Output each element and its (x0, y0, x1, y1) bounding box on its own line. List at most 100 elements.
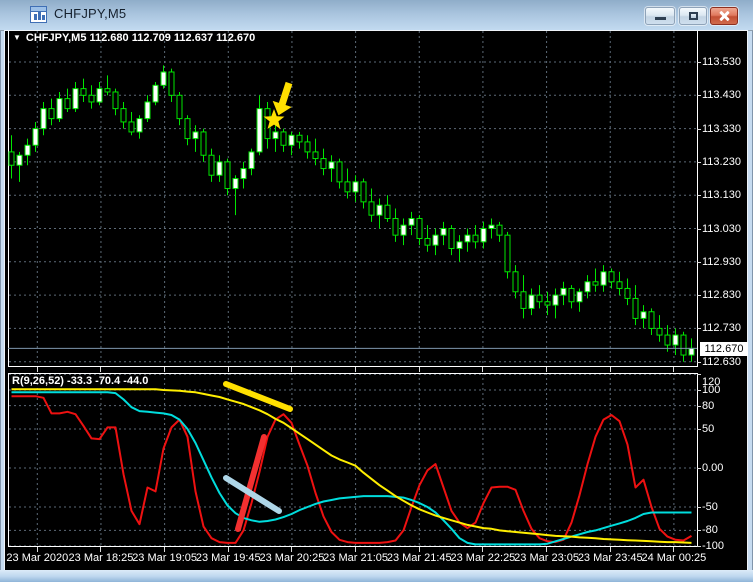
time-axis-tick (227, 547, 229, 552)
time-axis-tick (36, 547, 38, 552)
candle-body (592, 281, 599, 286)
candle-body (136, 118, 143, 133)
indicator-axis-label: -100 (702, 540, 725, 552)
restore-icon (689, 12, 698, 20)
candle-body (512, 271, 519, 293)
price-axis-label: 112.730 (702, 322, 741, 335)
candle-body (192, 131, 199, 140)
price-axis-label: 113.530 (702, 56, 741, 68)
candle-body (472, 234, 479, 243)
price-axis-label: 113.030 (702, 222, 741, 235)
time-axis-tick (418, 367, 420, 372)
candle-body (496, 224, 503, 236)
candle-body (640, 311, 647, 319)
candle-body (552, 294, 559, 306)
time-axis-tick (482, 367, 484, 372)
candle-body (24, 144, 31, 156)
price-axis-tick (697, 62, 701, 63)
time-axis-tick (100, 367, 102, 372)
candle-body (536, 294, 543, 303)
candle-body (408, 218, 415, 226)
ohlc-header-text: CHFJPY,M5 112.680 112.709 112.637 112.67… (25, 32, 256, 44)
candle-body (544, 301, 551, 306)
candle-body (64, 98, 71, 110)
candle-body (144, 101, 151, 120)
candle-body (688, 347, 695, 356)
price-axis-tick (697, 228, 701, 230)
candle-body (304, 141, 311, 153)
chevron-down-icon: ▼ (13, 33, 21, 42)
candles-layer (8, 65, 695, 362)
candle-body (32, 128, 39, 146)
candle-body (432, 234, 439, 246)
candle-body (88, 94, 95, 103)
candle-body (480, 228, 487, 243)
candle-body (344, 181, 351, 193)
indicator-axis-label: -50 (702, 501, 718, 513)
candle-body (608, 271, 615, 283)
candle-body (248, 151, 255, 170)
price-axis-tick (697, 95, 701, 97)
candle-body (232, 178, 239, 190)
candle-body (176, 94, 183, 120)
window-title: CHFJPY,M5 (54, 6, 127, 21)
panel-border (8, 373, 698, 547)
indicator-axis-label: 80 (702, 399, 715, 412)
candle-body (336, 161, 343, 183)
candle-body (112, 91, 119, 110)
ohlc-header: ▼ CHFJPY,M5 112.680 112.709 112.637 112.6… (13, 32, 255, 44)
candle-body (440, 228, 447, 236)
window-titlebar[interactable]: CHFJPY,M5 (0, 0, 753, 31)
indicator-axis-tick (697, 468, 701, 469)
oscillator-panel[interactable] (8, 373, 698, 547)
candle-body (312, 151, 319, 160)
indicator-axis-tick (697, 374, 701, 376)
price-axis-label: 112.830 (702, 289, 741, 302)
minimize-button[interactable] (645, 7, 675, 25)
indicator-axis-label: 0.00 (702, 462, 724, 474)
candle-body (600, 271, 607, 286)
indicator-axis-tick (697, 530, 701, 532)
candle-body (8, 151, 15, 166)
candle-body (448, 228, 455, 249)
candle-body (656, 327, 663, 336)
price-axis-label: 113.430 (702, 89, 741, 102)
time-axis-tick (546, 547, 548, 552)
candle-body (528, 294, 535, 309)
candle-body (560, 287, 567, 296)
window-frame-bottom (0, 570, 753, 582)
time-axis-tick (100, 547, 102, 552)
candle-body (216, 161, 223, 176)
time-axis-tick (609, 367, 611, 372)
main-price-chart[interactable] (8, 31, 698, 367)
restore-button[interactable] (679, 7, 707, 25)
candle-body (384, 204, 391, 220)
candle-body (80, 88, 87, 96)
time-axis-label: 24 Mar 00:25 (641, 552, 707, 564)
candle-body (240, 168, 247, 180)
candle-body (488, 224, 495, 229)
chart-window-icon (30, 6, 47, 23)
candle-body (96, 88, 103, 103)
candle-body (200, 131, 207, 156)
indicator-label: R(9,26,52) -33.3 -70.4 -44.0 (12, 375, 149, 387)
candle-body (504, 234, 511, 273)
price-axis-tick (697, 328, 701, 330)
time-axis-tick (36, 367, 38, 372)
close-button[interactable] (710, 7, 738, 25)
time-axis-tick (609, 547, 611, 552)
chart-window-icon-bar (34, 14, 37, 20)
candle-body (272, 131, 279, 140)
candle-body (584, 281, 591, 293)
time-axis-tick (546, 367, 548, 372)
time-axis-tick (164, 547, 166, 552)
candle-body (40, 108, 47, 130)
candle-body (632, 297, 639, 319)
chart-window-icon-bar (42, 15, 45, 20)
red-trendline[interactable] (235, 434, 267, 532)
candle-body (576, 291, 583, 303)
time-axis-tick (355, 367, 357, 372)
candle-body (320, 158, 327, 170)
candle-body (672, 334, 679, 346)
chart-window-icon-bar (38, 11, 41, 20)
